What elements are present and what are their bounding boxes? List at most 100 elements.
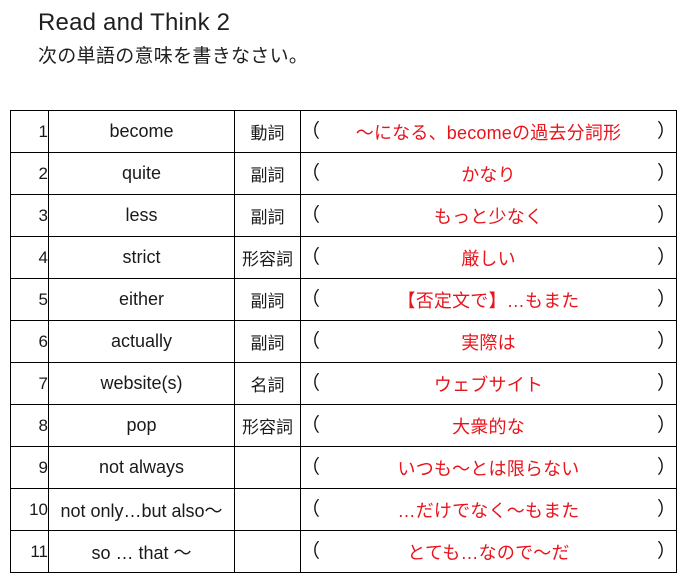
row-number: 1 xyxy=(10,110,49,153)
answer-text: …だけでなく～もまた xyxy=(397,500,580,521)
part-of-speech xyxy=(234,488,301,531)
answer-text: もっと少なく xyxy=(433,206,544,227)
paren-close: ） xyxy=(656,499,676,520)
table-row: 7 website(s) 名詞（ ウェブサイト ） xyxy=(10,362,677,405)
row-number: 2 xyxy=(10,152,49,195)
vocabulary-word: become xyxy=(48,110,235,153)
answer-text: かなり xyxy=(461,164,516,185)
paren-open: （ xyxy=(301,247,321,268)
part-of-speech: 副詞 xyxy=(234,194,301,237)
row-number: 6 xyxy=(10,320,49,363)
paren-close: ） xyxy=(656,247,676,268)
vocabulary-word: pop xyxy=(48,404,235,447)
answer-inner: （ もっと少なく ） xyxy=(301,203,676,229)
answer-inner: （ とても…なので～だ ） xyxy=(301,539,676,565)
paren-open: （ xyxy=(301,121,321,142)
paren-close: ） xyxy=(656,289,676,310)
paren-open: （ xyxy=(301,541,321,562)
table-row: 2 quite 副詞（ かなり ） xyxy=(10,152,677,195)
part-of-speech xyxy=(234,446,301,489)
vocabulary-word: either xyxy=(48,278,235,321)
row-number: 3 xyxy=(10,194,49,237)
row-number: 5 xyxy=(10,278,49,321)
part-of-speech: 副詞 xyxy=(234,278,301,321)
answer-cell[interactable]: （ ～になる、becomeの過去分詞形 ） xyxy=(300,110,677,153)
answer-text: ウェブサイト xyxy=(433,374,544,395)
part-of-speech: 副詞 xyxy=(234,152,301,195)
table-row: 8 pop 形容詞（ 大衆的な ） xyxy=(10,404,677,447)
answer-cell[interactable]: （ 厳しい ） xyxy=(300,236,677,279)
vocabulary-word: not always xyxy=(48,446,235,489)
worksheet-header: Read and Think 2 次の単語の意味を書きなさい。 xyxy=(0,0,685,70)
vocabulary-word: quite xyxy=(48,152,235,195)
answer-text: 【否定文で】…もまた xyxy=(397,290,580,311)
paren-open: （ xyxy=(301,457,321,478)
table-row: 4 strict 形容詞（ 厳しい ） xyxy=(10,236,677,279)
vocabulary-word: less xyxy=(48,194,235,237)
answer-cell[interactable]: （ 実際は ） xyxy=(300,320,677,363)
vocabulary-word: strict xyxy=(48,236,235,279)
part-of-speech: 形容詞 xyxy=(234,236,301,279)
answer-inner: （ …だけでなく～もまた ） xyxy=(301,497,676,523)
instruction-text: 次の単語の意味を書きなさい。 xyxy=(38,46,309,67)
vocabulary-table-container: 1 become 動詞（～になる、becomeの過去分詞形） 2 quite 副詞（かなり… xyxy=(10,110,677,573)
answer-inner: （ 【否定文で】…もまた ） xyxy=(301,287,676,313)
part-of-speech xyxy=(234,530,301,573)
answer-cell[interactable]: （ 大衆的な ） xyxy=(300,404,677,447)
answer-inner: （ ～になる、becomeの過去分詞形 ） xyxy=(301,119,676,145)
answer-inner: （ 厳しい ） xyxy=(301,245,676,271)
vocabulary-word: so … that ～ xyxy=(48,530,235,573)
paren-open: （ xyxy=(301,163,321,184)
answer-cell[interactable]: （ ウェブサイト ） xyxy=(300,362,677,405)
paren-open: （ xyxy=(301,289,321,310)
answer-text: いつも～とは限らない xyxy=(397,458,580,479)
answer-cell[interactable]: （ 【否定文で】…もまた ） xyxy=(300,278,677,321)
table-row: 11 so … that ～ （ とても…なので～だ ） xyxy=(10,530,677,573)
row-number: 11 xyxy=(10,530,49,573)
row-number: 8 xyxy=(10,404,49,447)
table-row: 3 less 副詞（ もっと少なく ） xyxy=(10,194,677,237)
answer-text: 大衆的な xyxy=(452,416,525,437)
paren-open: （ xyxy=(301,373,321,394)
answer-text: ～になる、becomeの過去分詞形 xyxy=(355,122,622,143)
row-number: 9 xyxy=(10,446,49,489)
answer-cell[interactable]: （ かなり ） xyxy=(300,152,677,195)
answer-inner: （ 実際は ） xyxy=(301,329,676,355)
paren-close: ） xyxy=(656,415,676,436)
vocabulary-word: not only…but also～ xyxy=(48,488,235,531)
answer-inner: （ いつも～とは限らない ） xyxy=(301,455,676,481)
paren-close: ） xyxy=(656,541,676,562)
table-row: 5 either 副詞（ 【否定文で】…もまた ） xyxy=(10,278,677,321)
paren-close: ） xyxy=(656,121,676,142)
answer-text: 実際は xyxy=(461,332,516,353)
part-of-speech: 副詞 xyxy=(234,320,301,363)
answer-text: とても…なので～だ xyxy=(407,542,570,563)
paren-close: ） xyxy=(656,457,676,478)
row-number: 10 xyxy=(10,488,49,531)
paren-close: ） xyxy=(656,373,676,394)
part-of-speech: 名詞 xyxy=(234,362,301,405)
answer-inner: （ 大衆的な ） xyxy=(301,413,676,439)
answer-cell[interactable]: （ …だけでなく～もまた ） xyxy=(300,488,677,531)
page-title: Read and Think 2 xyxy=(38,9,231,36)
paren-open: （ xyxy=(301,499,321,520)
answer-cell[interactable]: （ もっと少なく ） xyxy=(300,194,677,237)
table-row: 10 not only…but also～ （ …だけでなく～もまた ） xyxy=(10,488,677,531)
row-number: 7 xyxy=(10,362,49,405)
table-row: 9 not always （ いつも～とは限らない ） xyxy=(10,446,677,489)
answer-cell[interactable]: （ とても…なので～だ ） xyxy=(300,530,677,573)
paren-close: ） xyxy=(656,163,676,184)
part-of-speech: 動詞 xyxy=(234,110,301,153)
part-of-speech: 形容詞 xyxy=(234,404,301,447)
paren-open: （ xyxy=(301,331,321,352)
vocabulary-word: actually xyxy=(48,320,235,363)
answer-inner: （ ウェブサイト ） xyxy=(301,371,676,397)
answer-inner: （ かなり ） xyxy=(301,161,676,187)
paren-close: ） xyxy=(656,331,676,352)
vocabulary-word: website(s) xyxy=(48,362,235,405)
answer-cell[interactable]: （ いつも～とは限らない ） xyxy=(300,446,677,489)
answer-text: 厳しい xyxy=(461,248,516,269)
worksheet-page: Read and Think 2 次の単語の意味を書きなさい。 1 become 動… xyxy=(0,0,685,573)
vocabulary-table: 1 become 動詞（～になる、becomeの過去分詞形） 2 quite 副詞（かなり… xyxy=(10,110,677,573)
paren-close: ） xyxy=(656,205,676,226)
